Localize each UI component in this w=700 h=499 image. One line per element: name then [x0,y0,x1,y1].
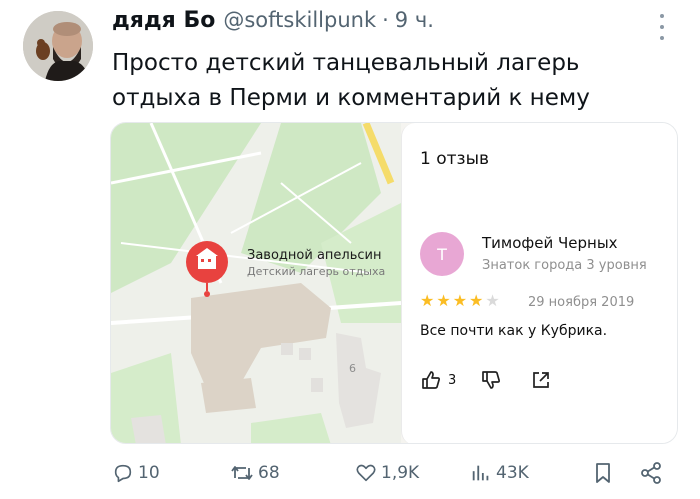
heart-icon [356,464,376,482]
more-icon[interactable] [652,10,672,44]
review-text: Все почти как у Кубрика. [420,323,608,339]
avatar-photo [23,11,93,81]
author-handle[interactable]: @softskillpunk [223,8,376,32]
poi-pin-icon[interactable] [184,239,230,299]
house-number: 6 [349,362,356,375]
views-count: 43K [496,463,529,483]
reply-icon [114,464,132,483]
repost-count: 68 [258,463,280,483]
poi-title[interactable]: Заводной апельсин [247,248,381,263]
star-filled-icon: ★ [436,291,451,310]
tweet-text: Просто детский танцевальный лагерь отдых… [112,50,590,111]
views-button[interactable]: 43K [470,455,529,491]
review-dislike-button[interactable] [480,369,502,391]
separator-dot: · [382,8,389,32]
share-button[interactable] [639,455,663,491]
share-arrow-icon [533,372,550,388]
bookmark-button[interactable] [592,455,614,491]
share-icon [641,462,661,484]
review-date: 29 ноября 2019 [528,295,635,310]
bookmark-icon [596,463,610,483]
map-graphic [111,123,401,443]
views-icon [472,465,489,481]
reviewer-avatar[interactable]: Т [420,232,464,276]
like-hand-icon [422,371,440,389]
rating-stars: ★ ★ ★ ★ ★ [420,293,500,309]
like-count: 1,9K [381,463,420,483]
poi-subtitle: Детский лагерь отдыха [247,265,386,278]
star-empty-icon: ★ [485,291,500,310]
reply-count: 10 [138,463,160,483]
reply-button[interactable]: 10 [112,455,160,491]
tweet-time[interactable]: 9 ч. [395,8,434,32]
repost-icon [231,466,253,480]
reviewer-level: Знаток города 3 уровня [482,258,647,273]
map-view: Заводной апельсин Детский лагерь отдыха … [111,123,401,443]
repost-button[interactable]: 68 [230,455,280,491]
tweet-media-card[interactable]: Заводной апельсин Детский лагерь отдыха … [110,122,678,444]
star-filled-icon: ★ [452,291,468,310]
tweet-actions: 10 68 1,9K 43K [112,455,672,491]
like-button[interactable]: 1,9K [355,455,419,491]
review-like-count: 3 [448,372,457,388]
star-filled-icon: ★ [469,291,484,310]
reviewer-name[interactable]: Тимофей Черных [482,234,618,252]
author-name[interactable]: дядя Бо [112,8,215,33]
avatar[interactable] [23,11,93,81]
review-like-button[interactable]: 3 [420,369,456,391]
reviews-count-title: 1 отзыв [420,149,490,169]
reviews-panel: 1 отзыв Т Тимофей Черных Знаток города 3… [401,123,677,443]
dislike-hand-icon [482,371,501,389]
review-share-button[interactable] [530,369,552,391]
tweet-header: дядя Бо @softskillpunk · 9 ч. [112,8,434,38]
review-actions: 3 [420,369,552,391]
star-filled-icon: ★ [420,291,435,310]
